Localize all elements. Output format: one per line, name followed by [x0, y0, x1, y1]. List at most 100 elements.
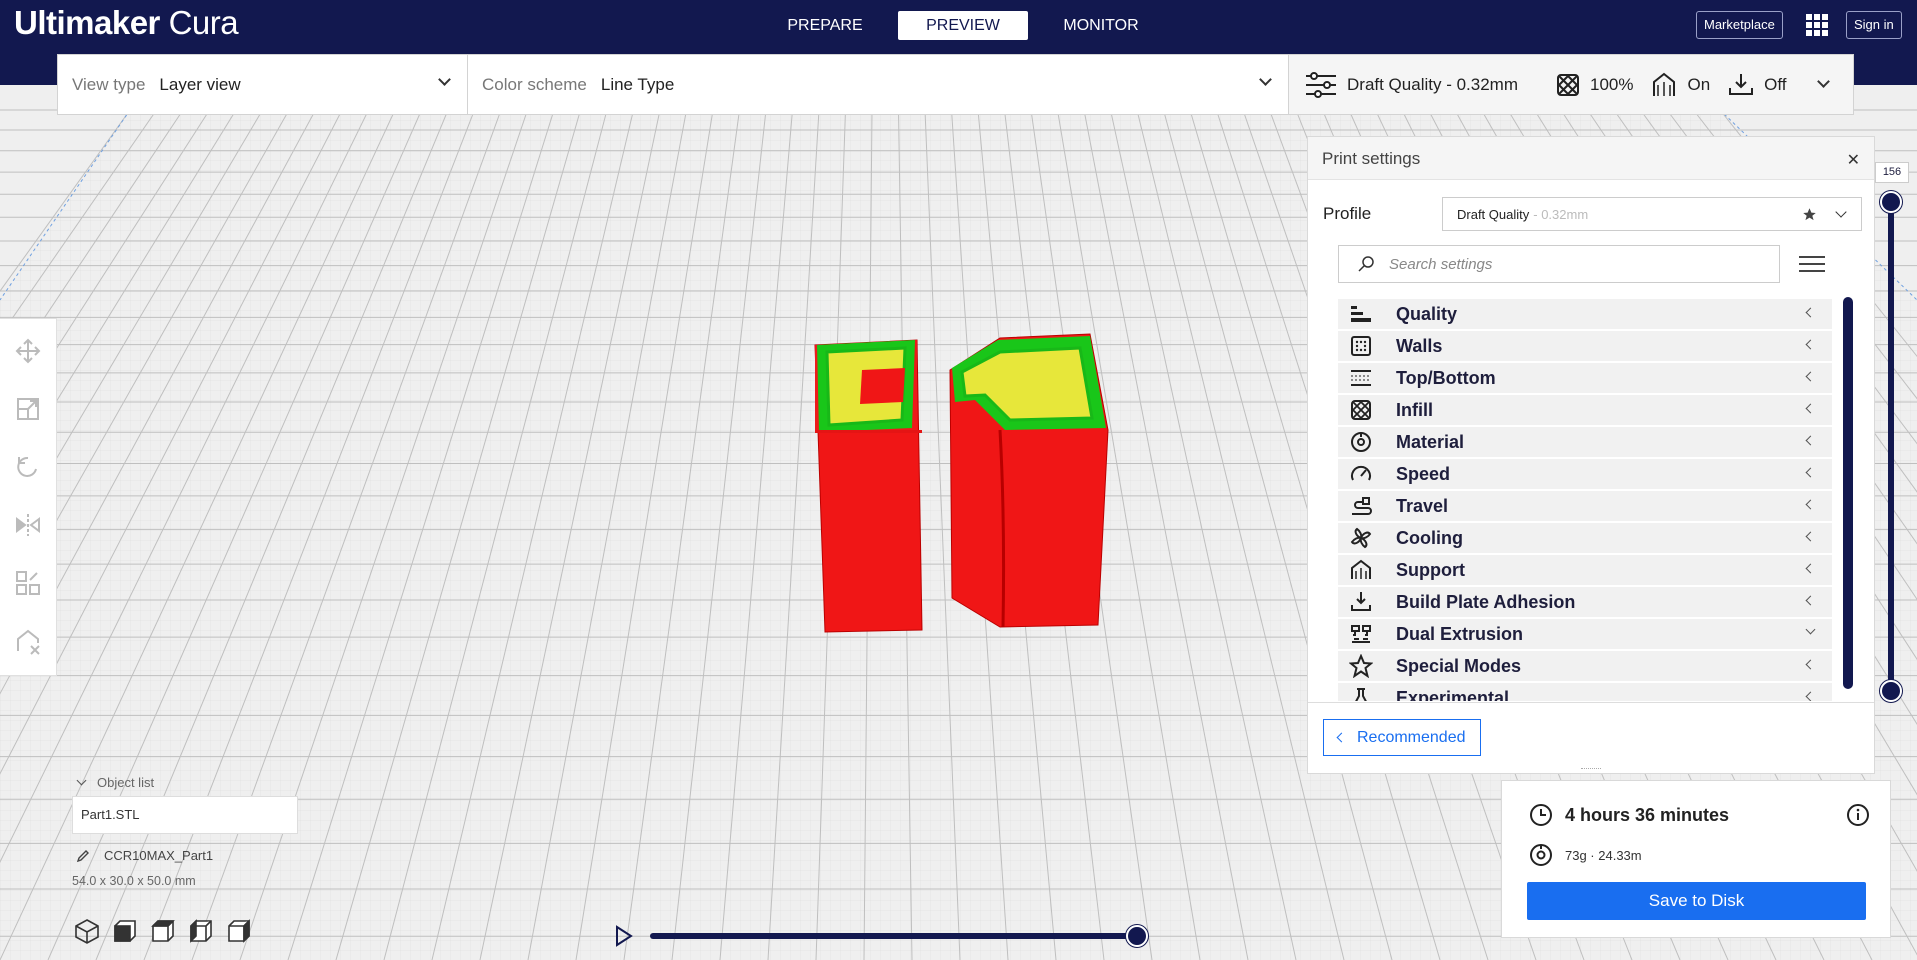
recommended-label: Recommended	[1357, 728, 1466, 746]
chevron-down-icon	[1835, 206, 1847, 218]
category-label: Infill	[1396, 399, 1433, 420]
scale-tool-icon[interactable]	[14, 395, 42, 423]
save-to-disk-button[interactable]: Save to Disk	[1527, 882, 1866, 920]
material-usage: 73g · 24.33m	[1565, 847, 1642, 863]
print-setup-selector[interactable]: Draft Quality - 0.32mm 100% On Off	[1289, 55, 1853, 114]
category-material[interactable]: Material	[1338, 427, 1832, 457]
layer-number-field[interactable]: 156	[1875, 162, 1909, 183]
category-cooling[interactable]: Cooling	[1338, 523, 1832, 553]
support-icon	[1653, 72, 1676, 96]
star-icon[interactable]	[1802, 207, 1817, 222]
chevron-left-icon	[1805, 339, 1816, 350]
color-scheme-dropdown[interactable]: Color scheme Line Type	[468, 55, 1289, 114]
top-view-icon[interactable]	[150, 918, 176, 944]
chevron-left-icon	[1805, 435, 1816, 446]
print-settings-header: Print settings ✕	[1308, 137, 1874, 180]
material-icon	[1351, 432, 1371, 452]
profile-dropdown[interactable]: Draft Quality - 0.32mm	[1442, 197, 1862, 231]
object-list-toggle[interactable]: Object list	[72, 775, 298, 790]
category-build-plate-adhesion[interactable]: Build Plate Adhesion	[1338, 587, 1832, 617]
print-settings-title: Print settings	[1322, 149, 1421, 168]
rotate-tool-icon[interactable]	[14, 453, 42, 481]
chevron-down-icon	[1805, 624, 1816, 635]
pencil-icon	[76, 849, 89, 862]
category-top-bottom[interactable]: Top/Bottom	[1338, 363, 1832, 393]
tab-prepare[interactable]: PREPARE	[760, 11, 890, 40]
layer-slider-track[interactable]	[1888, 200, 1894, 692]
play-icon[interactable]	[614, 925, 634, 947]
model-part-left[interactable]	[814, 339, 923, 633]
chevron-down-icon	[1259, 73, 1272, 86]
right-view-icon[interactable]	[226, 918, 252, 944]
mirror-tool-icon[interactable]	[14, 511, 42, 539]
material-usage-row: 73g · 24.33m	[1529, 843, 1642, 867]
left-view-icon[interactable]	[188, 918, 214, 944]
category-walls[interactable]: Walls	[1338, 331, 1832, 361]
print-time-row: 4 hours 36 minutes	[1529, 803, 1729, 827]
view-type-dropdown[interactable]: View type Layer view	[58, 55, 468, 114]
sign-in-button[interactable]: Sign in	[1846, 11, 1902, 39]
category-label: Cooling	[1396, 527, 1463, 548]
profile-layer-height: - 0.32mm	[1533, 206, 1589, 222]
object-name: CCR10MAX_Part1	[104, 848, 214, 863]
recommended-button[interactable]: Recommended	[1323, 719, 1481, 756]
output-panel: 4 hours 36 minutes 73g · 24.33m Save to …	[1501, 780, 1891, 938]
object-dimensions: 54.0 x 30.0 x 50.0 mm	[72, 874, 196, 888]
infill-icon	[1351, 400, 1371, 420]
category-experimental[interactable]: Experimental	[1338, 683, 1832, 701]
move-tool-icon[interactable]	[14, 337, 42, 365]
support-text: On	[1687, 74, 1711, 94]
close-icon[interactable]: ✕	[1847, 150, 1860, 170]
object-list-item[interactable]: Part1.STL	[72, 796, 298, 834]
view-type-value: Layer view	[159, 74, 241, 94]
settings-scrollbar[interactable]	[1843, 297, 1853, 689]
path-slider-handle[interactable]	[1126, 925, 1148, 947]
tab-monitor[interactable]: MONITOR	[1036, 11, 1166, 40]
search-placeholder: Search settings	[1389, 255, 1493, 273]
quality-summary: Draft Quality - 0.32mm	[1305, 71, 1518, 99]
category-support[interactable]: Support	[1338, 555, 1832, 585]
infill-icon	[1557, 73, 1579, 96]
category-label: Speed	[1396, 463, 1451, 484]
divider	[1308, 702, 1874, 703]
category-label: Material	[1396, 431, 1465, 452]
category-infill[interactable]: Infill	[1338, 395, 1832, 425]
chevron-left-icon	[1336, 732, 1347, 743]
layer-slider-bottom-handle[interactable]	[1880, 680, 1902, 702]
print-time: 4 hours 36 minutes	[1565, 804, 1730, 825]
chevron-left-icon	[1805, 307, 1816, 318]
category-travel[interactable]: Travel	[1338, 491, 1832, 521]
spool-icon	[1530, 844, 1552, 866]
category-label: Special Modes	[1396, 655, 1522, 676]
profile-name: Draft Quality	[1457, 206, 1530, 222]
object-name-row[interactable]: CCR10MAX_Part1	[72, 848, 298, 863]
apps-grid-icon[interactable]	[1806, 14, 1828, 36]
category-speed[interactable]: Speed	[1338, 459, 1832, 489]
color-scheme-value: Line Type	[600, 74, 675, 94]
sliders-icon	[1306, 71, 1336, 98]
search-settings-input[interactable]: Search settings	[1338, 245, 1780, 283]
per-model-settings-icon[interactable]	[14, 569, 42, 597]
info-icon[interactable]	[1846, 803, 1870, 827]
layer-slider-top-handle[interactable]	[1880, 191, 1902, 213]
support-blocker-icon[interactable]	[14, 627, 42, 655]
path-slider-track[interactable]	[650, 933, 1138, 939]
tab-preview[interactable]: PREVIEW	[898, 11, 1028, 40]
marketplace-button[interactable]: Marketplace	[1696, 11, 1783, 39]
front-view-icon[interactable]	[112, 918, 138, 944]
quality-icon	[1351, 306, 1371, 322]
search-row: Search settings	[1338, 245, 1825, 283]
category-special-modes[interactable]: Special Modes	[1338, 651, 1832, 681]
3d-view-icon[interactable]	[74, 918, 100, 944]
view-type-label: View type	[72, 74, 146, 94]
settings-visibility-menu-icon[interactable]	[1799, 251, 1825, 277]
chevron-left-icon	[1805, 595, 1816, 606]
category-quality[interactable]: Quality	[1338, 299, 1832, 329]
category-dual-extrusion[interactable]: Dual Extrusion	[1338, 619, 1832, 649]
model-part-right[interactable]	[949, 333, 1109, 628]
resize-grip[interactable]	[1581, 768, 1601, 771]
clock-icon	[1530, 804, 1552, 826]
stage-tabs: PREPARE PREVIEW MONITOR	[760, 11, 1174, 40]
category-label: Top/Bottom	[1396, 367, 1496, 388]
walls-icon	[1351, 336, 1371, 356]
